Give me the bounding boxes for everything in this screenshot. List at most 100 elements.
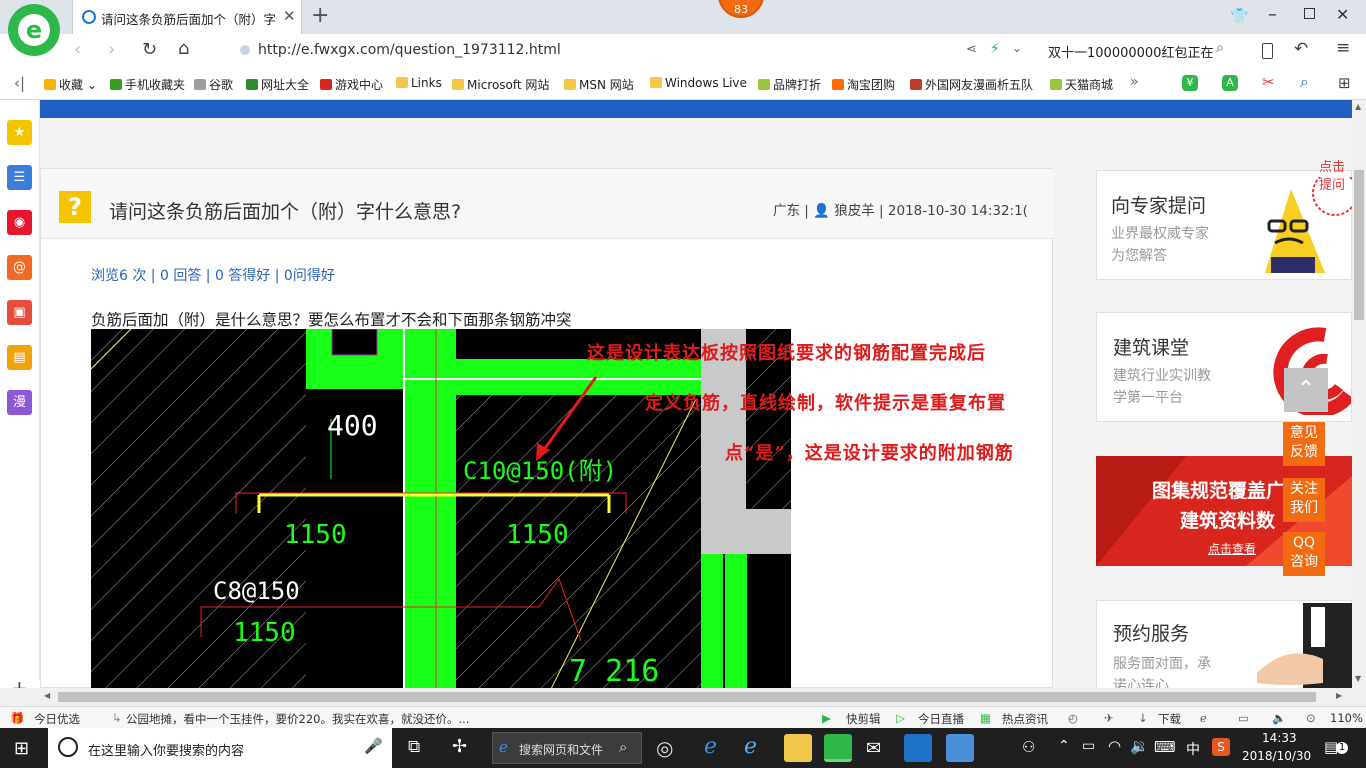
refresh-button[interactable]: ↻ <box>142 39 157 60</box>
web-search-box[interactable]: ℯ 搜索网页和文件 ⌕ <box>492 732 642 764</box>
g-app-icon[interactable] <box>904 734 932 762</box>
back-to-top-button[interactable]: ⌃ <box>1284 368 1328 412</box>
bookmark-item[interactable]: 谷歌 <box>194 76 233 93</box>
bookmark-dropdown-icon[interactable]: ⌄ <box>83 78 97 92</box>
close-window-button[interactable]: ✕ <box>1336 5 1349 24</box>
share-icon[interactable]: ⋖ <box>966 42 977 57</box>
cortana-search-box[interactable]: 在这里输入你要搜索的内容 🎤 <box>48 728 392 768</box>
grid-icon[interactable]: ⊞ <box>1338 74 1351 92</box>
bookmark-item[interactable]: 淘宝团购 <box>832 76 895 93</box>
menu-icon[interactable]: ≡ <box>1336 38 1350 58</box>
speed-status-icon[interactable]: ◴ <box>1068 711 1078 725</box>
scroll-left-arrow[interactable]: ◀ <box>44 691 50 700</box>
mobile-icon[interactable] <box>1262 43 1273 59</box>
sidebar-comic-icon[interactable]: 漫 <box>7 390 32 415</box>
horizontal-scrollbar[interactable]: ◀ ▶ <box>0 688 1366 706</box>
bookmark-item[interactable]: Links <box>396 76 442 90</box>
sidebar-novel-icon[interactable]: ▤ <box>7 345 32 370</box>
forward-button[interactable]: › <box>108 39 115 60</box>
scroll-right-arrow[interactable]: ▶ <box>1336 691 1342 700</box>
mail-icon[interactable]: ✉ <box>866 738 881 759</box>
download-link[interactable]: 下载 <box>1158 711 1181 727</box>
tray-battery-icon[interactable]: ▭ <box>1082 738 1095 754</box>
tab-close-icon[interactable]: ✕ <box>283 7 296 25</box>
scroll-down-arrow[interactable]: ▼ <box>1355 674 1361 683</box>
bookmark-item[interactable]: 手机收藏夹 <box>110 76 185 93</box>
qq-button[interactable]: QQ咨询 <box>1283 532 1325 576</box>
zoom-reset-icon[interactable]: ⊙ <box>1306 711 1316 725</box>
maximize-button[interactable] <box>1304 8 1315 19</box>
feedback-button[interactable]: 意见反馈 <box>1283 422 1325 466</box>
pin-icon[interactable]: ✈ <box>1104 711 1114 725</box>
back-button[interactable]: ‹ <box>74 39 81 60</box>
bookmark-item[interactable]: 游戏中心 <box>320 76 383 93</box>
speed-icon[interactable]: ⚡ <box>990 41 1000 57</box>
bookmark-item[interactable]: 收藏 ⌄ <box>44 76 97 93</box>
sidebar-favorites-icon[interactable]: ★ <box>7 120 32 145</box>
tray-arrow-icon[interactable]: ⌃ <box>1058 738 1070 754</box>
expert-card[interactable]: 向专家提问 业界最权威专家 为您解答 点击提问 <box>1096 160 1352 280</box>
sound-icon[interactable]: 🔈 <box>1272 711 1286 725</box>
notification-badge[interactable]: 83 <box>718 0 764 18</box>
banner-button[interactable]: 点击查看 <box>1208 540 1256 557</box>
tray-keyboard-icon[interactable]: ⌨ <box>1154 738 1176 756</box>
download-icon[interactable]: ↓ <box>1138 711 1148 725</box>
bookmark-item[interactable]: 网址大全 <box>246 76 309 93</box>
bookmark-item[interactable]: Microsoft 网站 <box>452 76 549 93</box>
hot-link[interactable]: 热点资讯 <box>1002 711 1048 727</box>
translate-icon[interactable]: A <box>1222 75 1238 91</box>
task-view-icon[interactable]: ⧉ <box>408 737 420 757</box>
follow-button[interactable]: 关注我们 <box>1283 478 1325 522</box>
search-icon[interactable]: ⌕ <box>1216 40 1224 56</box>
news-ticker[interactable]: 公园地摊，看中一个玉挂件，要价220。我实在欢喜，就没还价。... <box>126 711 486 727</box>
browser-tab-active[interactable]: 请问这条负筋后面加个（附）字什 ✕ <box>72 0 302 34</box>
shirt-icon[interactable]: 👕 <box>1230 7 1249 25</box>
ie-mode-icon[interactable]: ℯ <box>1200 711 1207 725</box>
browser-logo-icon[interactable]: e <box>8 4 60 56</box>
microphone-icon[interactable]: 🎤 <box>364 737 383 755</box>
search-field[interactable]: 双十一100000000红包正在 <box>1048 42 1216 61</box>
edge-icon[interactable]: ℯ <box>704 734 717 759</box>
vertical-scrollbar[interactable]: ▲ ▼ <box>1352 100 1366 688</box>
2345-browser-icon[interactable] <box>824 734 852 762</box>
tray-network-icon[interactable]: ◠ <box>1108 737 1121 755</box>
url-field[interactable]: http://e.fwxgx.com/question_1973112.html <box>258 42 561 58</box>
chrome-like-icon[interactable]: ◎ <box>656 736 673 760</box>
bookmarks-more-icon[interactable]: » <box>1130 74 1139 90</box>
cad-drawing-image[interactable]: 400 C10@150(附) 1150 1150 C8@150 1150 7 2… <box>91 329 791 688</box>
sidebar-game-icon[interactable]: ▣ <box>7 300 32 325</box>
service-card[interactable]: 预约服务 服务面对面，承 诺心连心 <box>1096 600 1352 688</box>
bookmark-item[interactable]: 天猫商城 <box>1050 76 1113 93</box>
clip-link[interactable]: 快剪辑 <box>846 711 881 727</box>
new-tab-button[interactable]: + <box>311 3 329 28</box>
bookmark-item[interactable]: 外国网友漫画析五队 <box>910 76 1033 93</box>
clock-time[interactable]: 14:33 <box>1262 731 1297 745</box>
sidebar-mail-icon[interactable]: @ <box>7 255 32 280</box>
live-link[interactable]: 今日直播 <box>918 711 964 727</box>
bookmark-item[interactable]: Windows Live <box>650 76 747 90</box>
bookmark-item[interactable]: MSN 网站 <box>564 76 634 93</box>
bookmarks-collapse-icon[interactable]: ‹| <box>14 74 25 92</box>
scroll-thumb-h[interactable] <box>58 692 1316 702</box>
yen-icon[interactable]: ¥ <box>1182 75 1198 91</box>
dropdown-icon[interactable]: ⌄ <box>1012 41 1022 55</box>
search-tool-icon[interactable]: ⌕ <box>1300 72 1309 92</box>
sogou-ime-icon[interactable]: S <box>1212 738 1230 756</box>
home-button[interactable]: ⌂ <box>178 38 189 59</box>
sidebar-apps-icon[interactable]: ☰ <box>7 165 32 190</box>
scroll-up-arrow[interactable]: ▲ <box>1355 102 1361 111</box>
zoom-level[interactable]: 110% <box>1330 711 1363 725</box>
start-button[interactable]: ⊞ <box>14 738 29 759</box>
ime-indicator[interactable]: 中 <box>1186 739 1200 759</box>
today-picks-link[interactable]: 今日优选 <box>34 711 80 727</box>
tray-volume-icon[interactable]: 🔉 <box>1130 737 1149 755</box>
scroll-thumb-v[interactable] <box>1354 170 1364 320</box>
undo-icon[interactable]: ↶ <box>1294 39 1308 59</box>
people-icon[interactable]: ⚇ <box>1022 738 1035 756</box>
screenshot-app-icon[interactable] <box>946 734 974 762</box>
file-explorer-icon[interactable] <box>784 734 812 762</box>
pinwheel-icon[interactable]: ✢ <box>452 736 467 757</box>
ie-icon[interactable]: ℯ <box>744 734 757 759</box>
clock-date[interactable]: 2018/10/30 <box>1242 749 1311 763</box>
scissors-icon[interactable]: ✂ <box>1262 73 1275 91</box>
